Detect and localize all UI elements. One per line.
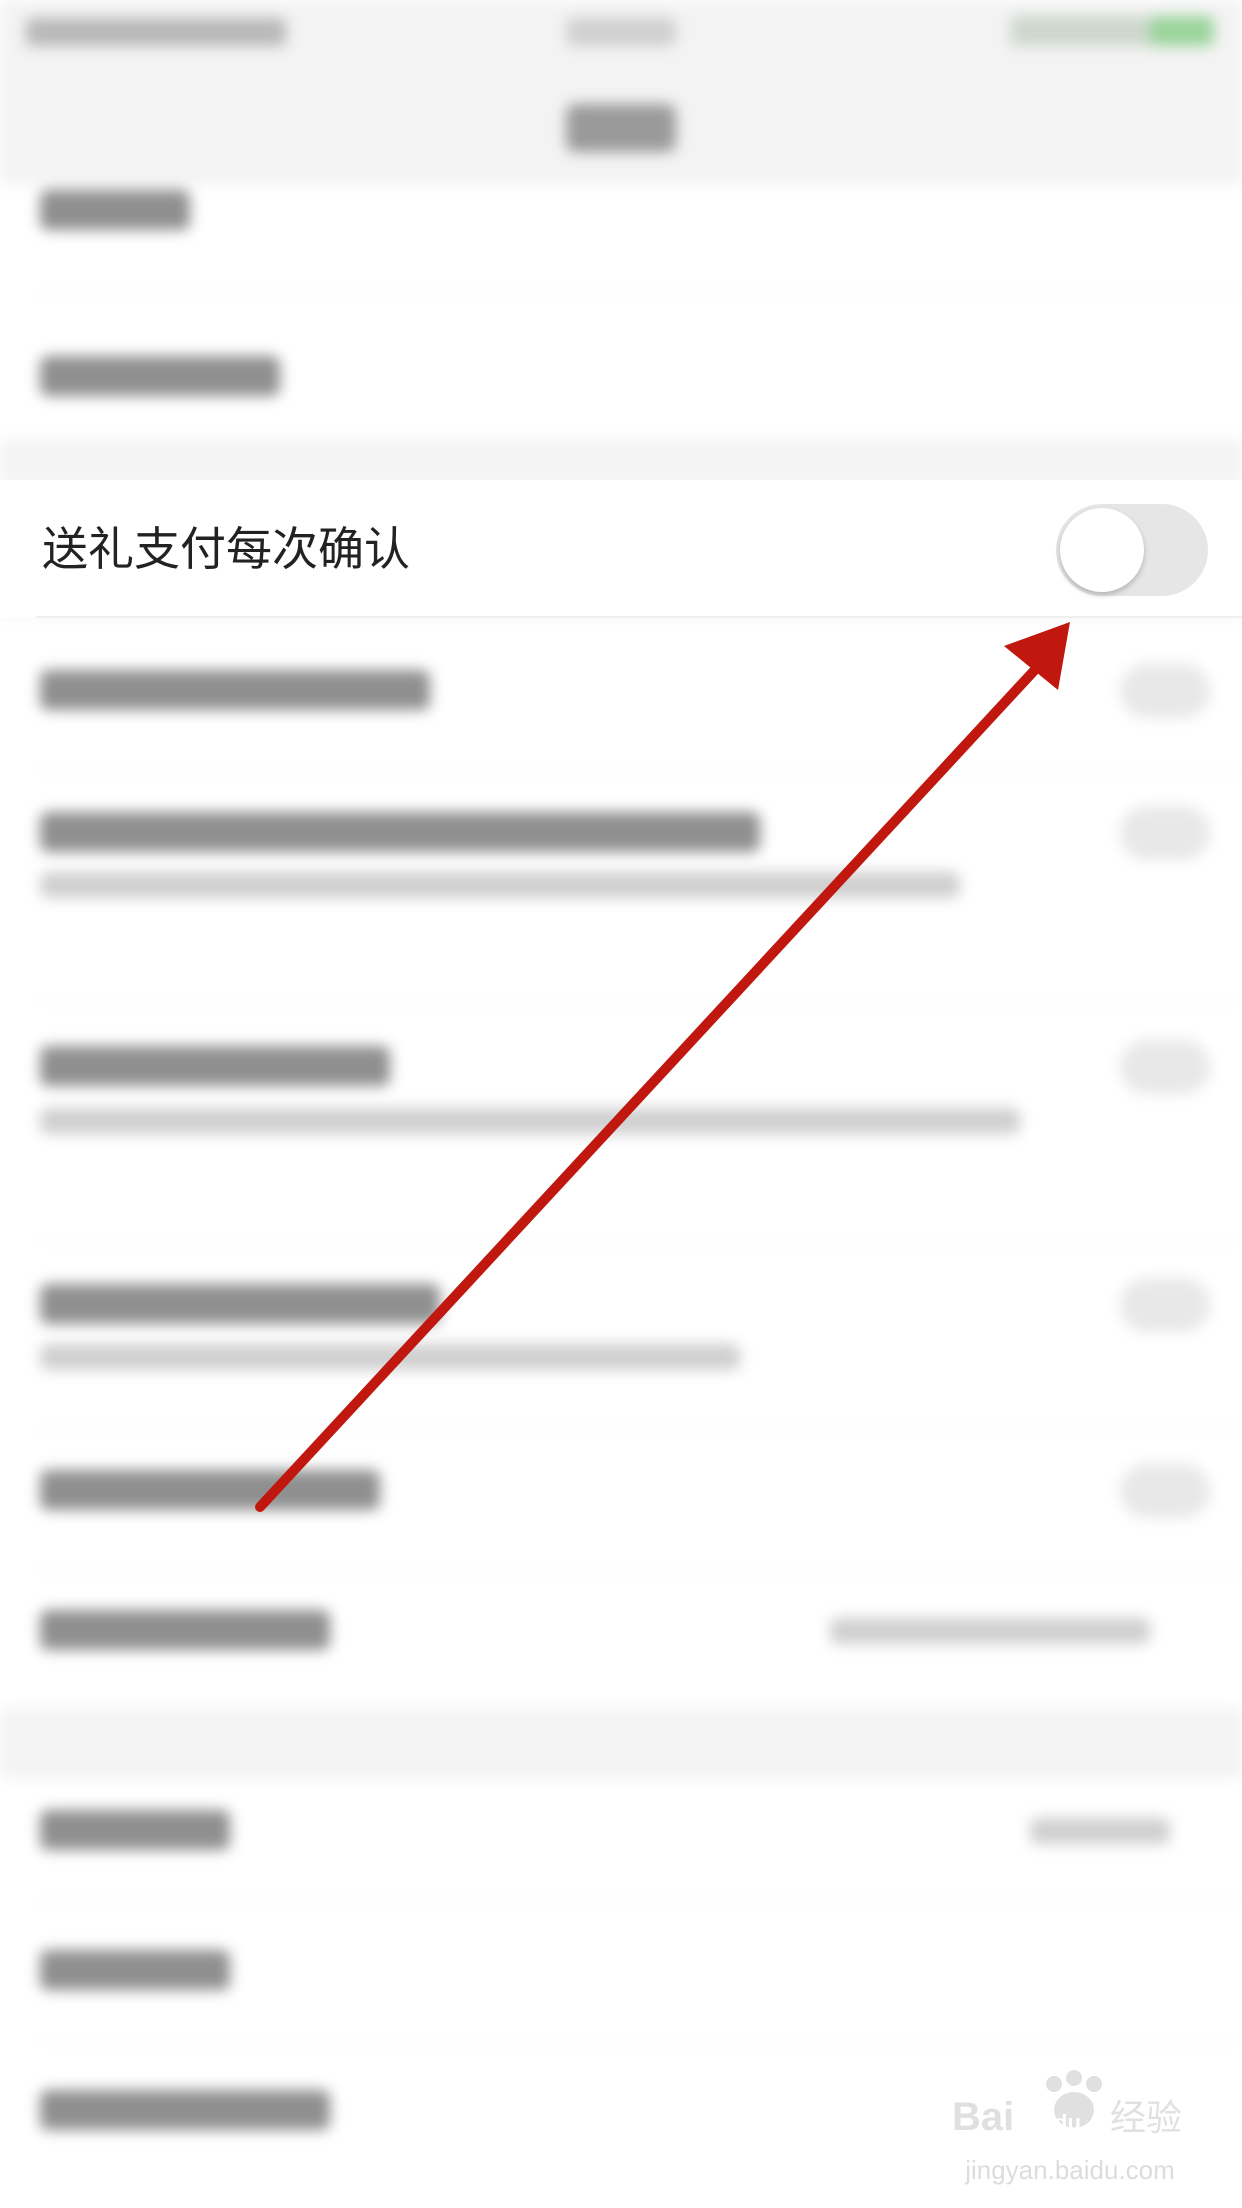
row-label-blurred: [40, 356, 280, 396]
nav-bar: [0, 64, 1242, 184]
row-label-blurred: [40, 2090, 330, 2130]
battery-icon: [1150, 16, 1214, 46]
section-gap: [0, 440, 1242, 476]
divider: [36, 2040, 1242, 2041]
svg-text:经验: 经验: [1110, 2098, 1182, 2139]
blurred-background: [0, 0, 1242, 2208]
screen: 送礼支付每次确认 Bai du 经验 jingyan.baidu.com: [0, 0, 1242, 2208]
divider: [36, 1000, 1242, 1001]
row-label-blurred: [40, 1470, 380, 1510]
status-bar: [0, 0, 1242, 64]
row-value-blurred: [1030, 1818, 1170, 1844]
row-divider: [36, 616, 1242, 618]
divider: [36, 1240, 1242, 1241]
divider: [36, 770, 1242, 771]
settings-row-label: 送礼支付每次确认: [42, 522, 410, 576]
divider: [36, 1900, 1242, 1901]
svg-text:Bai: Bai: [952, 2095, 1014, 2139]
toggle-blurred: [1120, 1040, 1210, 1094]
svg-text:du: du: [1054, 2110, 1081, 2135]
row-sub-blurred: [40, 872, 960, 898]
settings-group-middle: [0, 618, 1242, 1708]
toggle-blurred: [1120, 1464, 1210, 1518]
section-gap: [0, 1708, 1242, 1778]
row-sub-blurred: [40, 1344, 740, 1370]
toggle-blurred: [1120, 664, 1210, 718]
row-label-blurred: [40, 190, 190, 230]
watermark-url: jingyan.baidu.com: [965, 2155, 1175, 2185]
divider: [36, 292, 1242, 293]
baidu-jingyan-watermark: Bai du 经验 jingyan.baidu.com: [950, 2066, 1190, 2186]
settings-row-gift-payment-confirm: 送礼支付每次确认: [0, 480, 1242, 618]
divider: [36, 1430, 1242, 1431]
divider: [36, 1570, 1242, 1571]
row-label-blurred: [40, 1810, 230, 1850]
row-label-blurred: [40, 670, 430, 710]
row-label-blurred: [40, 1046, 390, 1086]
toggle-blurred: [1120, 806, 1210, 860]
row-label-blurred: [40, 1610, 330, 1650]
gift-payment-confirm-toggle[interactable]: [1056, 504, 1208, 596]
row-label-blurred: [40, 1950, 230, 1990]
nav-title-blurred: [566, 104, 676, 152]
row-label-blurred: [40, 1284, 440, 1324]
toggle-knob: [1060, 508, 1144, 592]
status-time-blurred: [566, 18, 676, 46]
row-label-blurred: [40, 812, 760, 852]
status-carrier-blurred: [26, 18, 286, 46]
row-sub-blurred: [40, 1108, 1020, 1134]
baidu-paw-logo-icon: Bai du 经验: [952, 2070, 1182, 2139]
toggle-blurred: [1120, 1278, 1210, 1332]
row-value-blurred: [830, 1618, 1150, 1644]
